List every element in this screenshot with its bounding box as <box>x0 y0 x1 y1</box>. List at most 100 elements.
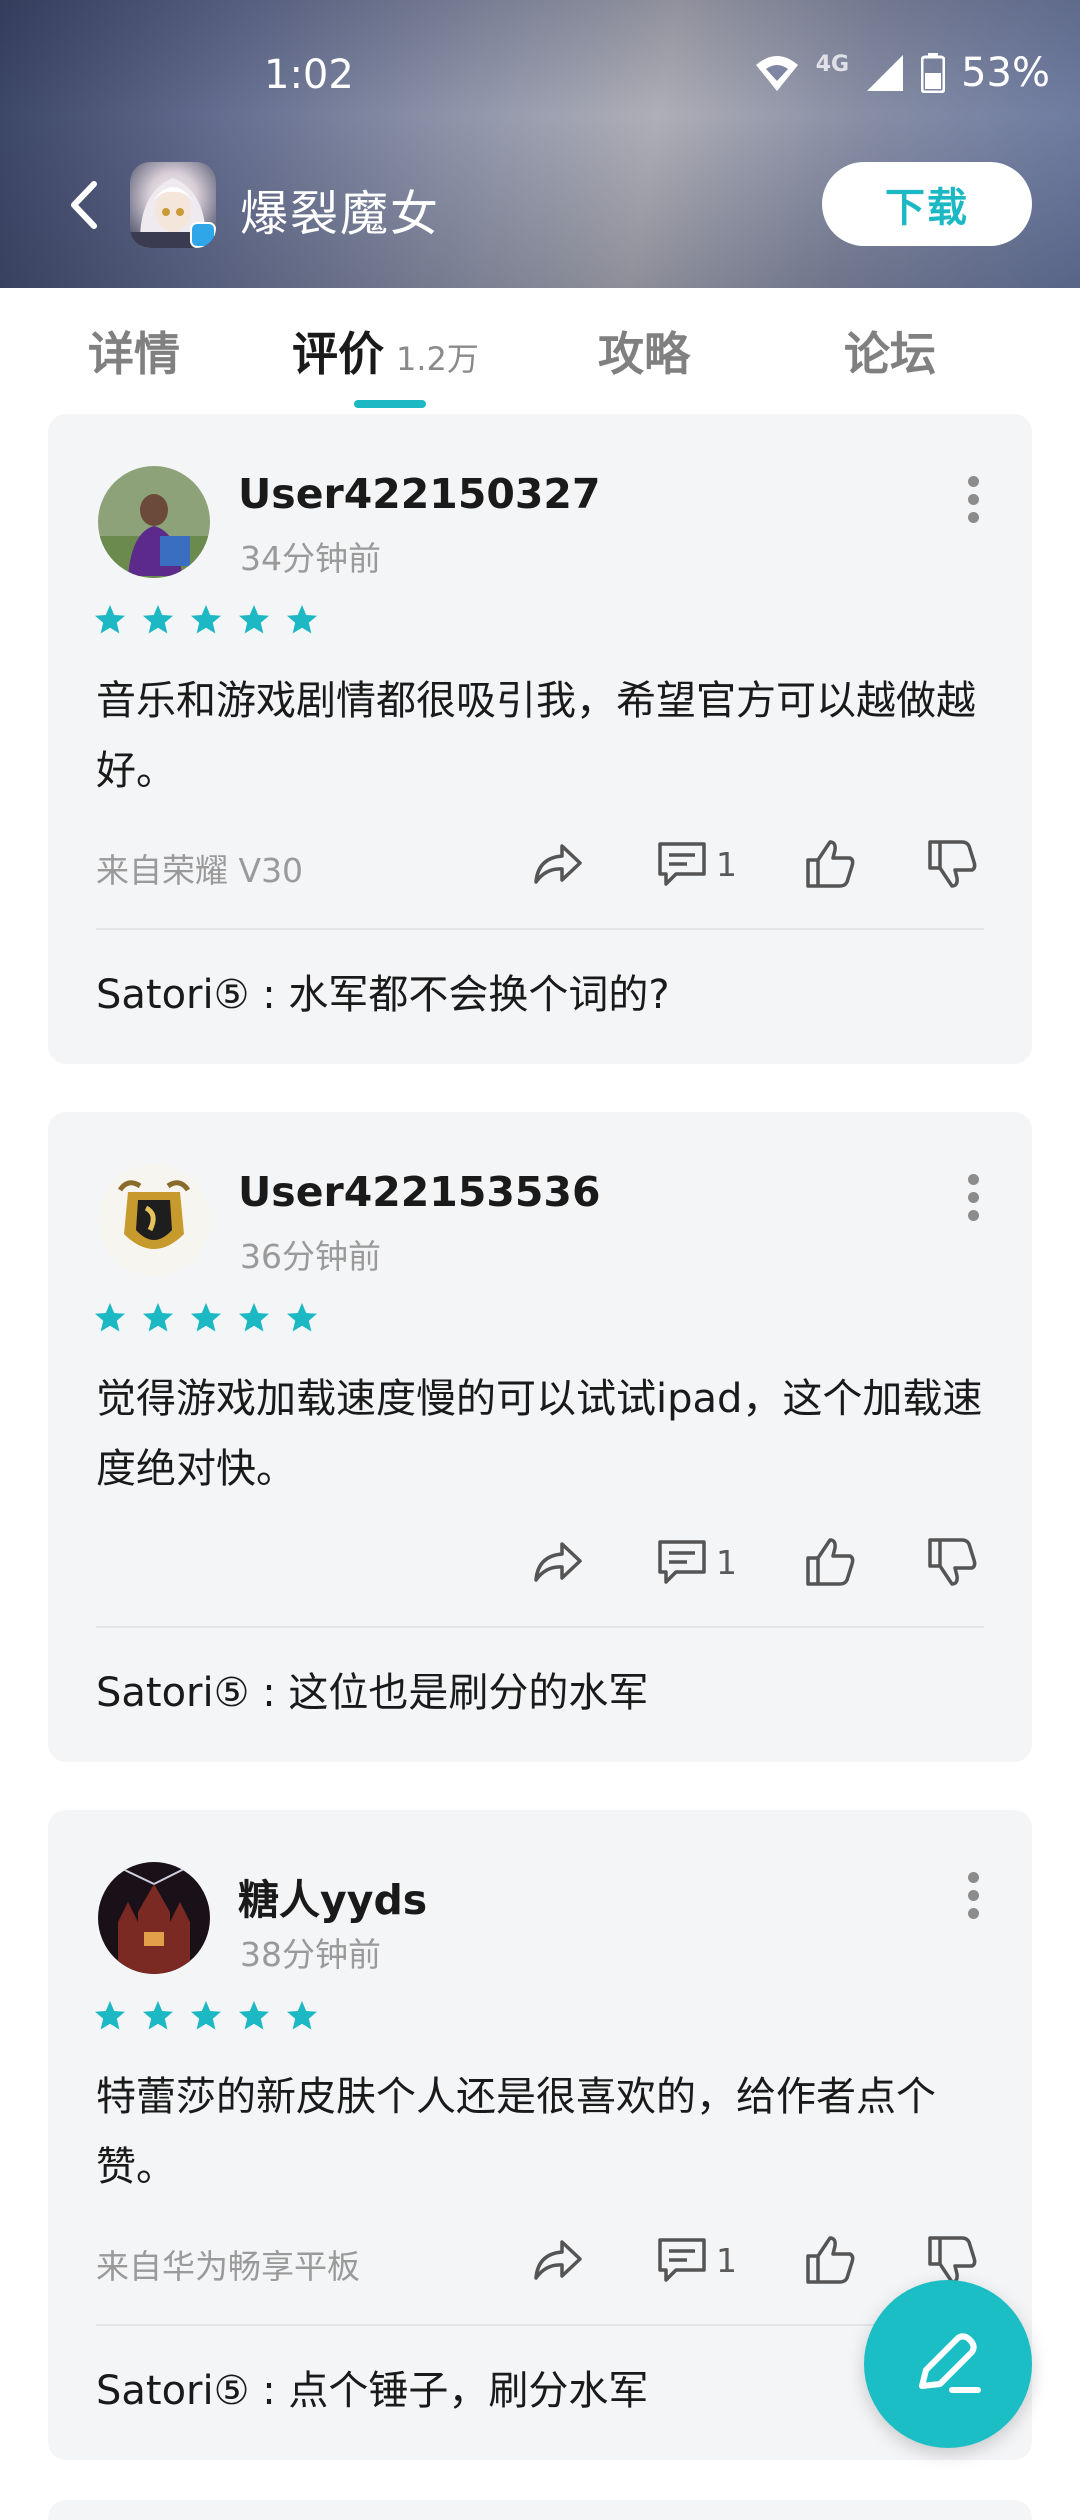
review-time: 34分钟前 <box>240 539 381 578</box>
divider <box>96 928 984 930</box>
user-avatar-image <box>98 466 210 578</box>
back-arrow-icon <box>71 181 97 229</box>
review-card: User422153536 36分钟前 觉得游戏加载速度慢的可以试试ipad，这… <box>48 1112 1032 1762</box>
user-avatar-image <box>98 1164 210 1276</box>
review-time: 38分钟前 <box>240 1935 381 1974</box>
star-icon <box>95 605 125 634</box>
share-icon <box>534 844 582 884</box>
divider <box>96 2324 984 2326</box>
tab-bar: 详情 评价 1.2万 攻略 论坛 <box>0 288 1080 412</box>
comment-button[interactable]: 1 <box>654 1530 737 1594</box>
comment-button[interactable]: 1 <box>654 2228 737 2292</box>
review-count: 1.2万 <box>396 340 479 378</box>
battery-icon <box>921 53 946 93</box>
avatar[interactable] <box>98 1862 210 1974</box>
thumbs-down-icon <box>928 840 977 888</box>
active-tab-indicator <box>354 400 426 408</box>
share-button[interactable] <box>530 832 586 896</box>
next-review-card-peek <box>48 2500 1032 2520</box>
write-review-button[interactable] <box>864 2280 1032 2448</box>
star-icon <box>95 2001 125 2030</box>
download-button[interactable]: 下载 <box>822 162 1032 246</box>
star-icon <box>191 1303 221 1332</box>
app-title: 爆裂魔女 <box>240 186 441 242</box>
rating-stars <box>94 604 318 636</box>
star-icon <box>239 2001 269 2030</box>
like-button[interactable] <box>802 1530 858 1594</box>
like-button[interactable] <box>802 832 858 896</box>
share-icon <box>534 2240 582 2280</box>
review-time: 36分钟前 <box>240 1237 381 1276</box>
share-button[interactable] <box>530 1530 586 1594</box>
tab-forum[interactable]: 论坛 <box>844 318 936 384</box>
star-icon <box>287 605 317 634</box>
comment-button[interactable]: 1 <box>654 832 737 896</box>
tab-details[interactable]: 详情 <box>88 318 180 384</box>
star-icon <box>191 2001 221 2030</box>
username[interactable]: 糖人yyds <box>238 1866 427 1926</box>
tab-guides-label: 攻略 <box>598 327 690 381</box>
back-button[interactable] <box>62 178 112 232</box>
username[interactable]: User422153536 <box>238 1168 600 1216</box>
avatar[interactable] <box>98 466 210 578</box>
more-options-button[interactable] <box>966 476 980 523</box>
pen-icon <box>919 2333 981 2393</box>
star-icon <box>143 1303 173 1332</box>
more-options-button[interactable] <box>966 1174 980 1221</box>
rating-stars <box>94 1302 318 1334</box>
review-text: 觉得游戏加载速度慢的可以试试ipad，这个加载速度绝对快。 <box>96 1376 983 1492</box>
app-header: 1:02 4G 53% 爆裂魔女 下载 <box>0 0 1080 288</box>
review-actions: 1 <box>48 832 1032 896</box>
star-icon <box>143 2001 173 2030</box>
reply-preview[interactable]: Satori⑤ : 水军都不会换个词的? <box>96 962 670 1020</box>
share-button[interactable] <box>530 2228 586 2292</box>
thumbs-up-icon <box>806 1538 855 1586</box>
star-icon <box>287 2001 317 2030</box>
review-actions: 1 <box>48 2228 1032 2292</box>
tab-reviews-label: 评价 <box>292 327 384 381</box>
comment-count: 1 <box>716 2240 737 2280</box>
battery-level: 53% <box>961 50 1050 96</box>
more-options-button[interactable] <box>966 1872 980 1919</box>
user-avatar-image <box>98 1862 210 1974</box>
thumbs-up-icon <box>806 2236 855 2284</box>
comment-icon <box>658 842 706 886</box>
review-actions: 1 <box>48 1530 1032 1594</box>
star-icon <box>239 605 269 634</box>
thumbs-up-icon <box>806 840 855 888</box>
star-icon <box>239 1303 269 1332</box>
like-button[interactable] <box>802 2228 858 2292</box>
share-icon <box>534 1542 582 1582</box>
review-card: User422150327 34分钟前 音乐和游戏剧情都很吸引我，希望官方可以越… <box>48 414 1032 1064</box>
status-time: 1:02 <box>264 52 354 98</box>
reply-preview[interactable]: Satori⑤ : 这位也是刷分的水军 <box>96 1660 648 1718</box>
comment-icon <box>658 1540 706 1584</box>
tab-reviews[interactable]: 评价 1.2万 <box>292 318 479 384</box>
tab-forum-label: 论坛 <box>844 327 936 381</box>
signal-icon <box>867 55 904 91</box>
reply-preview[interactable]: Satori⑤ : 点个锤子，刷分水军 <box>96 2358 648 2416</box>
star-icon <box>287 1303 317 1332</box>
username[interactable]: User422150327 <box>238 470 600 518</box>
star-icon <box>143 605 173 634</box>
comment-count: 1 <box>716 844 737 884</box>
comment-icon <box>658 2238 706 2282</box>
tab-guides[interactable]: 攻略 <box>598 318 690 384</box>
app-icon <box>130 162 216 248</box>
status-bar: 1:02 4G 53% <box>0 40 1080 110</box>
divider <box>96 1626 984 1628</box>
platform-badge-icon <box>190 222 216 248</box>
avatar[interactable] <box>98 1164 210 1276</box>
title-row: 爆裂魔女 下载 <box>0 160 1080 248</box>
star-icon <box>95 1303 125 1332</box>
rating-stars <box>94 2000 318 2032</box>
dislike-button[interactable] <box>924 1530 980 1594</box>
tab-details-label: 详情 <box>88 327 180 381</box>
wifi-icon <box>755 56 798 91</box>
review-text: 音乐和游戏剧情都很吸引我，希望官方可以越做越好。 <box>96 678 976 794</box>
status-icons: 4G 53% <box>754 50 1050 96</box>
comment-count: 1 <box>716 1542 737 1582</box>
dislike-button[interactable] <box>924 832 980 896</box>
star-icon <box>191 605 221 634</box>
review-text: 特蕾莎的新皮肤个人还是很喜欢的，给作者点个赞。 <box>96 2074 936 2190</box>
